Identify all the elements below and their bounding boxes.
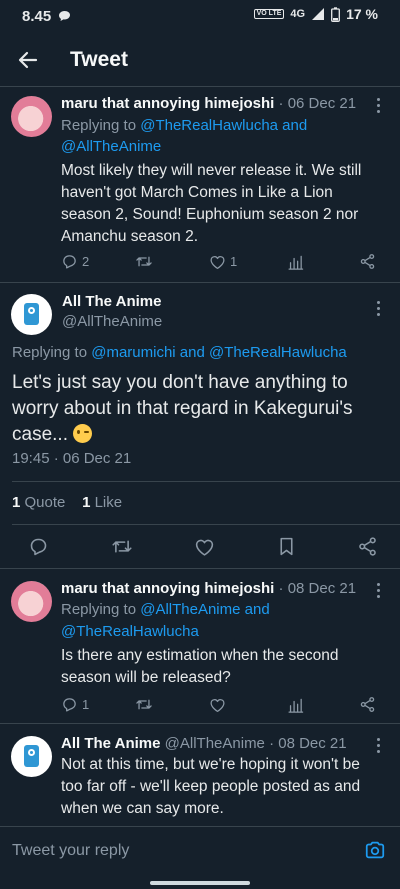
mention-link[interactable]: @AllTheAnime <box>61 138 161 155</box>
divider <box>0 723 400 724</box>
avatar[interactable] <box>11 736 52 777</box>
quotes-stat[interactable]: 1 Quote <box>12 494 65 511</box>
analytics-button[interactable] <box>287 697 359 713</box>
avatar[interactable] <box>11 581 52 622</box>
tweet-timestamp: 19:45 · 06 Dec 21 <box>12 450 132 467</box>
share-icon <box>359 696 376 713</box>
tweet-text: Most likely they will never release it. … <box>61 162 362 245</box>
bookmark-icon[interactable] <box>277 536 296 557</box>
author-name[interactable]: maru that annoying himejoshi <box>61 580 274 597</box>
retweet-icon[interactable] <box>111 536 133 557</box>
winking-face-emoji-icon <box>73 424 93 443</box>
divider <box>0 568 400 569</box>
tweet-date: · 08 Dec 21 <box>269 735 347 752</box>
analytics-icon <box>287 254 304 270</box>
heart-icon <box>209 697 226 713</box>
reply-icon[interactable] <box>28 536 49 557</box>
reply-button[interactable]: 2 <box>61 253 135 270</box>
more-options-icon[interactable] <box>377 301 381 319</box>
retweet-button[interactable] <box>135 696 209 713</box>
main-tweet-actions <box>28 536 378 557</box>
divider <box>12 481 400 482</box>
back-arrow-icon[interactable] <box>16 48 40 72</box>
retweet-button[interactable] <box>135 253 209 270</box>
tweet-text: Not at this time, but we're hoping it wo… <box>61 756 361 817</box>
mention-link[interactable]: @marumichi and @TheRealHawlucha <box>91 344 347 361</box>
mention-link[interactable]: @AllTheAnime and <box>140 601 269 618</box>
author-handle[interactable]: @AllTheAnime <box>165 735 265 752</box>
tweet-actions: 2 1 <box>61 253 381 270</box>
author-name[interactable]: All The Anime <box>62 293 161 310</box>
reply-button[interactable]: 1 <box>61 696 135 713</box>
reply-composer: Tweet your reply <box>0 826 400 874</box>
analytics-button[interactable] <box>287 254 359 270</box>
retweet-icon <box>135 696 153 713</box>
message-notification-icon <box>58 10 71 22</box>
like-button[interactable]: 1 <box>209 254 287 270</box>
like-count: 1 <box>230 254 238 269</box>
author-handle[interactable]: @AllTheAnime <box>62 313 162 330</box>
tweet-text: Is there any estimation when the second … <box>61 647 339 686</box>
analytics-icon <box>287 697 304 713</box>
divider <box>0 282 400 283</box>
tweet-date: · 08 Dec 21 <box>278 580 357 597</box>
app-header: Tweet <box>0 36 400 86</box>
tweet-stats: 1 Quote 1 Like <box>12 494 122 511</box>
more-options-icon[interactable] <box>377 98 381 116</box>
replying-to: Replying to @marumichi and @TheRealHawlu… <box>12 344 347 361</box>
like-button[interactable] <box>209 697 287 713</box>
author-name[interactable]: maru that annoying himejoshi <box>61 95 274 112</box>
status-time: 8.45 <box>22 8 52 25</box>
tweet-text: Let's just say you don't have anything t… <box>12 372 353 445</box>
mention-link[interactable]: @TheRealHawlucha <box>61 623 199 640</box>
tweet-author-line: maru that annoying himejoshi · 06 Dec 21 <box>61 95 356 112</box>
avatar[interactable] <box>11 96 52 137</box>
share-icon[interactable] <box>357 536 378 557</box>
likes-stat[interactable]: 1 Like <box>82 494 122 511</box>
replying-to: Replying to @TheRealHawlucha and <box>61 117 308 134</box>
replying-to: Replying to @AllTheAnime and <box>61 601 270 618</box>
volte-icon: VO LTE <box>253 9 285 19</box>
network-type: 4G <box>290 8 306 20</box>
tweet-author-line: maru that annoying himejoshi · 08 Dec 21 <box>61 580 356 597</box>
share-button[interactable] <box>359 696 376 713</box>
author-name[interactable]: All The Anime <box>61 735 160 752</box>
battery-icon <box>331 6 341 22</box>
camera-icon[interactable] <box>364 839 386 861</box>
share-icon <box>359 253 376 270</box>
battery-percent: 17 % <box>346 6 378 22</box>
signal-icon <box>311 7 325 21</box>
mention-link[interactable]: @TheRealHawlucha and <box>140 117 307 134</box>
share-button[interactable] <box>359 253 376 270</box>
reply-count: 2 <box>82 254 90 269</box>
divider <box>12 524 400 525</box>
reply-icon <box>61 253 78 270</box>
divider <box>0 86 400 87</box>
status-icons: VO LTE 4G 17 % <box>253 6 378 22</box>
retweet-icon <box>135 253 153 270</box>
reply-icon <box>61 696 78 713</box>
tweet-author-line: All The Anime @AllTheAnime · 08 Dec 21 <box>61 735 347 752</box>
reply-count: 1 <box>82 697 90 712</box>
home-indicator[interactable] <box>150 881 250 885</box>
reply-input[interactable]: Tweet your reply <box>12 842 129 860</box>
page-title: Tweet <box>70 48 128 71</box>
tweet-actions: 1 <box>61 696 381 713</box>
heart-icon <box>209 254 226 270</box>
avatar[interactable] <box>11 294 52 335</box>
status-bar: 8.45 VO LTE 4G 17 % <box>0 0 400 32</box>
more-options-icon[interactable] <box>377 583 381 601</box>
tweet-date: · 06 Dec 21 <box>278 95 357 112</box>
heart-icon[interactable] <box>194 537 215 557</box>
